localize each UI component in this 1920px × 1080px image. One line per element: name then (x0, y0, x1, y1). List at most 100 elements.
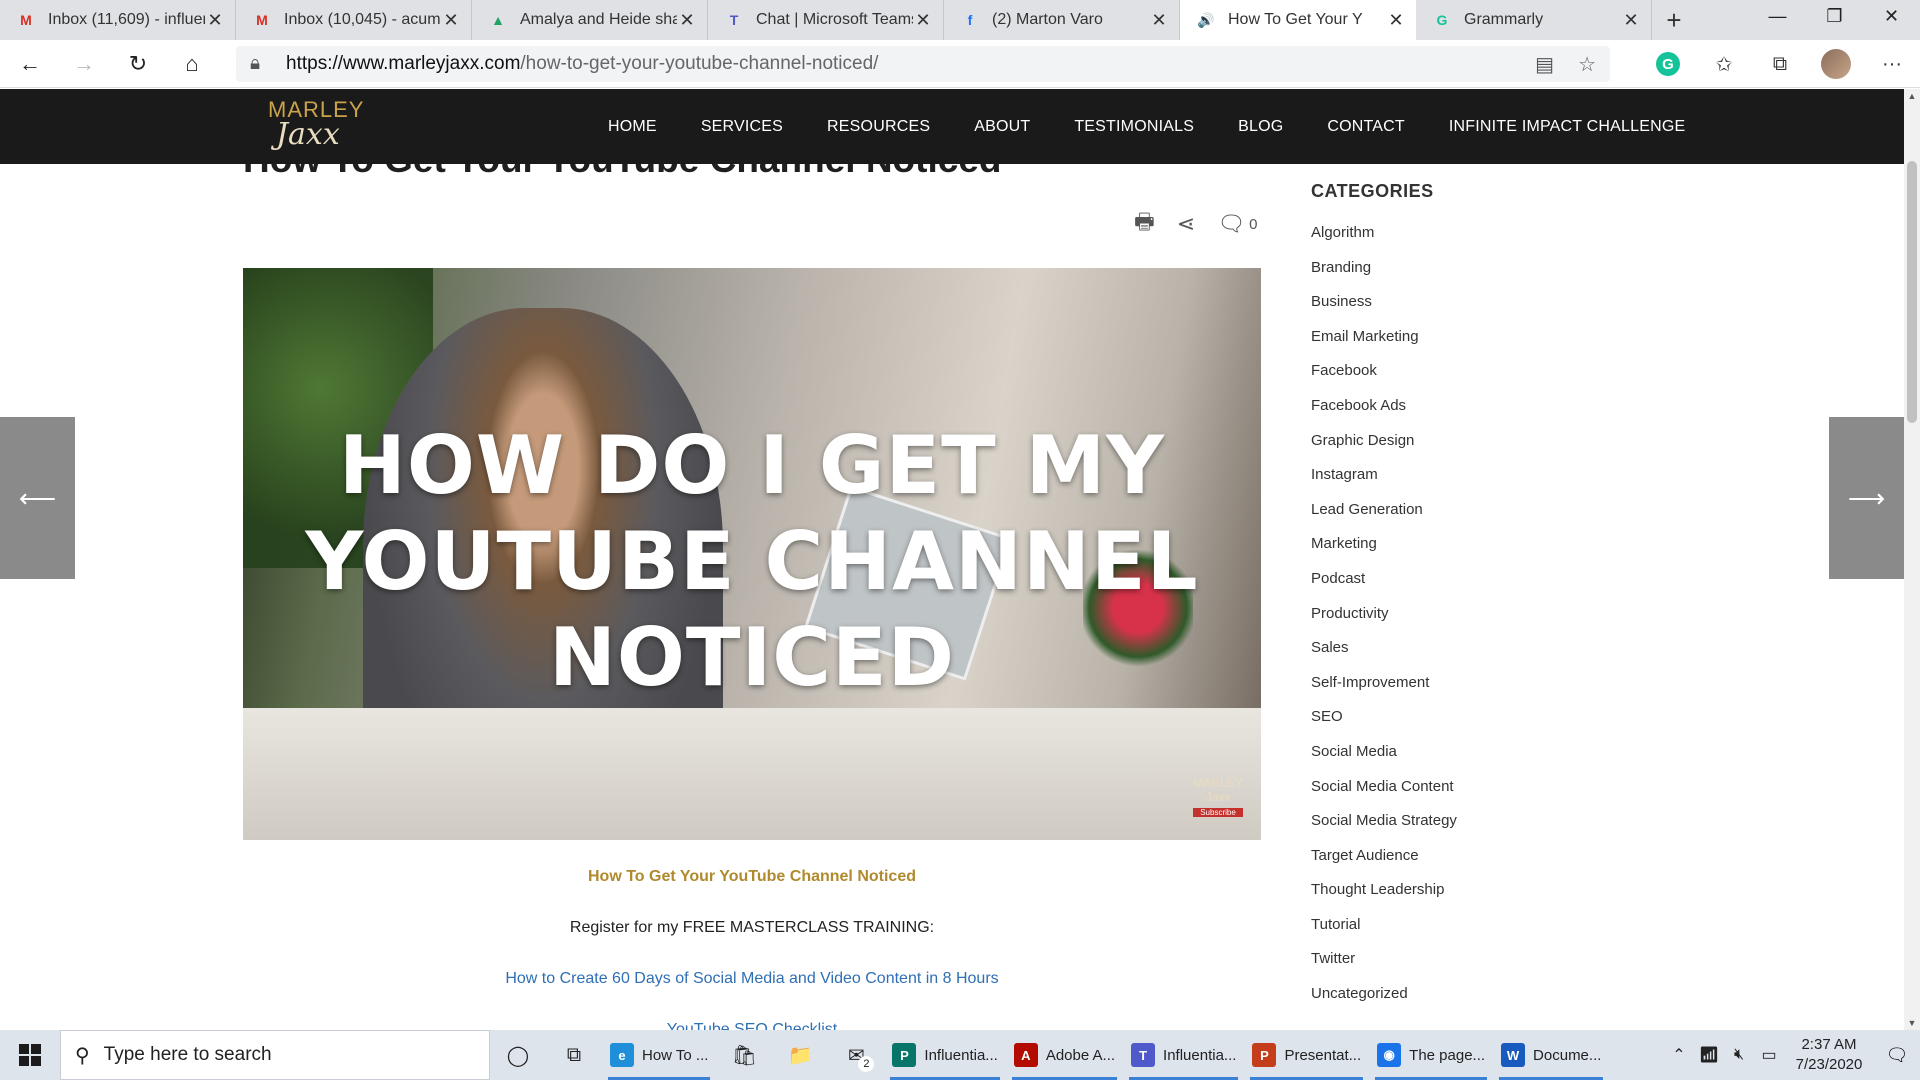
close-tab-icon[interactable]: ✕ (1386, 10, 1406, 31)
close-window-button[interactable]: ✕ (1863, 0, 1920, 32)
category-link[interactable]: Facebook Ads (1311, 397, 1571, 432)
home-button[interactable]: ⌂ (168, 44, 216, 84)
taskbar-clock[interactable]: 2:37 AM 7/23/2020 (1784, 1035, 1874, 1075)
read-aloud-icon[interactable]: ▤ (1535, 52, 1554, 77)
forward-button[interactable]: → (60, 44, 108, 84)
browser-tab[interactable]: ▲ Amalya and Heide shar ✕ (472, 0, 708, 40)
browser-tab[interactable]: 🔊 How To Get Your Y ✕ (1180, 0, 1416, 40)
close-tab-icon[interactable]: ✕ (205, 10, 225, 31)
favorites-button[interactable]: ✩ (1696, 52, 1752, 77)
close-tab-icon[interactable]: ✕ (1621, 10, 1641, 31)
browser-tab[interactable]: M Inbox (11,609) - influen ✕ (0, 0, 236, 40)
category-link[interactable]: Twitter (1311, 950, 1571, 985)
menu-item-blog[interactable]: BLOG (1238, 118, 1283, 136)
category-link[interactable]: Social Media Strategy (1311, 812, 1571, 847)
task-view-button[interactable]: ⧉ (546, 1030, 602, 1080)
category-link[interactable]: Business (1311, 293, 1571, 328)
category-link[interactable]: Graphic Design (1311, 432, 1571, 467)
category-link[interactable]: Marketing (1311, 535, 1571, 570)
browser-tab[interactable]: M Inbox (10,045) - acume ✕ (236, 0, 472, 40)
menu-item-contact[interactable]: CONTACT (1327, 118, 1405, 136)
url-host: https://www.marleyjaxx.com (286, 53, 521, 74)
browser-tab-strip: M Inbox (11,609) - influen ✕ M Inbox (10,… (0, 0, 1920, 40)
menu-item-home[interactable]: HOME (608, 118, 657, 136)
taskbar-app[interactable]: W Docume... (1493, 1030, 1609, 1080)
category-link[interactable]: Tutorial (1311, 916, 1571, 951)
browser-tab[interactable]: T Chat | Microsoft Teams ✕ (708, 0, 944, 40)
back-button[interactable]: ← (6, 44, 54, 84)
close-tab-icon[interactable]: ✕ (913, 10, 933, 31)
favorite-star-icon[interactable]: ☆ (1578, 52, 1596, 77)
volume-muted-icon[interactable]: 🔇︎ (1724, 1046, 1754, 1064)
scrollbar-thumb[interactable] (1907, 161, 1917, 423)
page-scrollbar[interactable]: ▲ ▼ (1904, 89, 1920, 1030)
file-explorer-icon[interactable]: 📁 (772, 1030, 828, 1080)
close-tab-icon[interactable]: ✕ (677, 10, 697, 31)
profile-button[interactable] (1808, 49, 1864, 79)
show-hidden-icons-chevron-icon[interactable]: ⌃ (1664, 1045, 1694, 1065)
print-icon[interactable]: 🖶︎ (1134, 205, 1155, 243)
next-post-arrow[interactable]: ⟶ (1829, 417, 1904, 579)
category-link[interactable]: Facebook (1311, 362, 1571, 397)
site-logo[interactable]: MARLEY Jaxx (268, 97, 363, 157)
browser-tab[interactable]: G Grammarly ✕ (1416, 0, 1652, 40)
seo-checklist-link[interactable]: YouTube SEO Checklist (243, 1021, 1261, 1030)
category-link[interactable]: Target Audience (1311, 847, 1571, 882)
category-link[interactable]: Self-Improvement (1311, 674, 1571, 709)
category-link[interactable]: Algorithm (1311, 224, 1571, 259)
restore-button[interactable]: ❐ (1806, 0, 1863, 32)
action-center-icon[interactable]: 🗨︎ (1874, 1045, 1920, 1066)
taskbar-search-box[interactable]: ⚲ Type here to search (60, 1030, 490, 1080)
cortana-button[interactable]: ◯ (490, 1030, 546, 1080)
start-button[interactable] (0, 1030, 60, 1080)
category-link[interactable]: Uncategorized (1311, 985, 1571, 1020)
category-link[interactable]: Instagram (1311, 466, 1571, 501)
collections-button[interactable]: ⧉ (1752, 53, 1808, 76)
grammarly-extension-button[interactable]: G (1640, 52, 1696, 76)
menu-item-resources[interactable]: RESOURCES (827, 118, 930, 136)
menu-item-about[interactable]: ABOUT (974, 118, 1030, 136)
menu-item-testimonials[interactable]: TESTIMONIALS (1074, 118, 1194, 136)
masterclass-link[interactable]: How to Create 60 Days of Social Media an… (243, 970, 1261, 988)
category-link[interactable]: Thought Leadership (1311, 881, 1571, 916)
featured-video-thumbnail[interactable]: HOW DO I GET MY YOUTUBE CHANNEL NOTICED … (243, 268, 1261, 840)
taskbar-app[interactable]: e How To ... (602, 1030, 716, 1080)
minimize-button[interactable]: — (1749, 0, 1806, 32)
taskbar-app[interactable]: A Adobe A... (1006, 1030, 1123, 1080)
category-link[interactable]: Social Media (1311, 743, 1571, 778)
scroll-up-arrow[interactable]: ▲ (1904, 91, 1920, 101)
taskbar-app[interactable]: P Influentia... (884, 1030, 1005, 1080)
close-tab-icon[interactable]: ✕ (441, 10, 461, 31)
new-tab-button[interactable]: + (1652, 0, 1696, 40)
settings-more-button[interactable]: ··· (1864, 53, 1920, 76)
category-link[interactable]: Sales (1311, 639, 1571, 674)
teams-icon: T (1131, 1043, 1156, 1067)
prev-post-arrow[interactable]: ⟵ (0, 417, 75, 579)
network-icon[interactable]: 📶︎ (1694, 1045, 1724, 1065)
taskbar-app[interactable]: ◉ The page... (1369, 1030, 1493, 1080)
taskbar-app[interactable]: P Presentat... (1244, 1030, 1369, 1080)
category-link[interactable]: Social Media Content (1311, 778, 1571, 813)
category-link[interactable]: Branding (1311, 259, 1571, 294)
mail-icon[interactable]: ✉ 2 (828, 1030, 884, 1080)
share-icon[interactable]: ⋖ (1177, 211, 1195, 237)
close-tab-icon[interactable]: ✕ (1149, 10, 1169, 31)
category-link[interactable]: Email Marketing (1311, 328, 1571, 363)
powerpoint-icon: P (1252, 1043, 1277, 1067)
arrow-right-icon: ⟶ (1847, 482, 1886, 513)
address-bar[interactable]: 🔒︎ https://www.marleyjaxx.com/how-to-get… (236, 46, 1610, 82)
store-icon[interactable]: 🛍 (716, 1030, 772, 1080)
browser-tab[interactable]: f (2) Marton Varo ✕ (944, 0, 1180, 40)
category-link[interactable]: Podcast (1311, 570, 1571, 605)
menu-item-infinite-impact-challenge[interactable]: INFINITE IMPACT CHALLENGE (1449, 118, 1685, 136)
battery-icon[interactable]: ▭ (1754, 1045, 1784, 1065)
category-link[interactable]: Lead Generation (1311, 501, 1571, 536)
category-link[interactable]: SEO (1311, 708, 1571, 743)
comment-icon[interactable]: 🗨︎ (1217, 211, 1245, 237)
menu-item-services[interactable]: SERVICES (701, 118, 783, 136)
refresh-button[interactable]: ↻ (114, 44, 162, 84)
category-link[interactable]: Productivity (1311, 605, 1571, 640)
taskbar-app-label: The page... (1409, 1046, 1486, 1064)
scroll-down-arrow[interactable]: ▼ (1904, 1018, 1920, 1028)
taskbar-app[interactable]: T Influentia... (1123, 1030, 1244, 1080)
